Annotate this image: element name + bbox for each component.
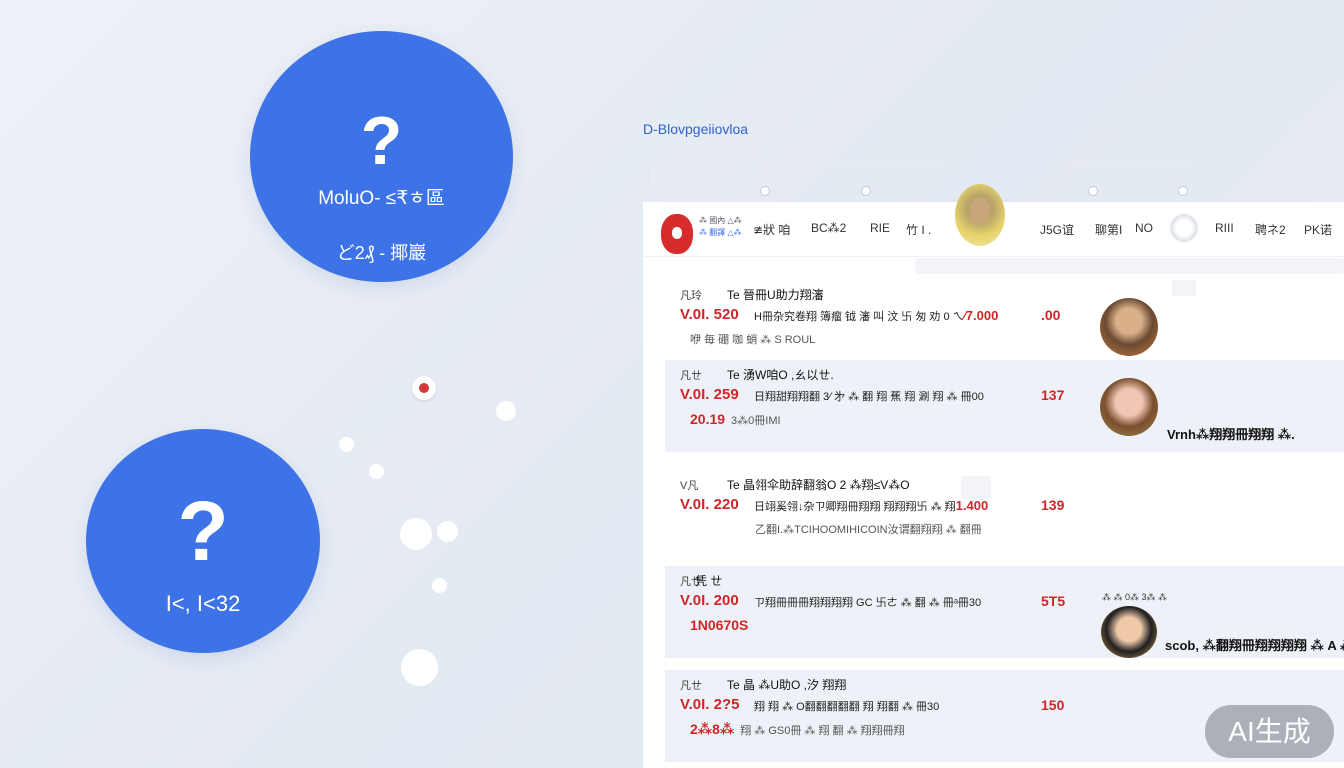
brand-text: ⁂ 國內 △⁂ ⁂ 翻譯 △⁂: [699, 215, 743, 239]
question-mark-icon: ?: [177, 484, 229, 578]
row-score: 139: [1041, 497, 1065, 513]
row-sub-text: 翔 ⁂ GS0冊 ⁂ 翔 翻 ⁂ 翔翔冊翔: [740, 725, 905, 737]
row-sub: 1N0670S: [690, 617, 754, 633]
row-amount: 20.19: [690, 411, 726, 427]
row-code: V.0I. 220: [680, 496, 739, 513]
row-title: Te 晶翎伞助辞翻翁O 2 ⁂翔≤V⁂O: [727, 478, 910, 492]
row-score: 5T5: [1041, 593, 1066, 609]
tab-3[interactable]: RIE: [870, 221, 890, 235]
bubble-top-line-2: ど2₰ - 揶巖: [336, 243, 427, 263]
row-desc-highlight: 1.400: [955, 498, 989, 513]
question-mark-icon: ?: [360, 103, 403, 179]
row-desc-text: ㄗ翔冊冊冊翔翔翔翔 GC 卐ㄜ ⁂ 翻 ⁂ 冊: [754, 597, 954, 609]
row-code: V.0I. 2?5: [680, 696, 740, 713]
top-rail: [648, 166, 1193, 200]
brand-line-2: ⁂ 翻譯 △⁂: [699, 228, 742, 237]
bubble-bottom-line-1: I<, I<32: [165, 591, 241, 616]
row-desc: H冊杂究卷翔 簿瘤 钺 瀋 叫 汶 卐 匆 劝 0 ㄟ⁄7.000: [754, 308, 998, 324]
tab-2[interactable]: BC⁂2: [811, 221, 846, 235]
row-desc-highlight: ⁄7.000: [963, 308, 999, 323]
tab-5[interactable]: J5G谊: [1040, 221, 1074, 238]
ghost-chip: [1172, 280, 1196, 296]
panel-heading: D-Blovpgeiiovloa: [643, 121, 749, 137]
row-title: Te 湧W咱O ,ㄠ以ㄝ.: [727, 368, 834, 382]
red-dot-icon: [412, 376, 436, 400]
list-panel: ⁂ 國內 △⁂ ⁂ 翻譯 △⁂ ≇狀 咱 BC⁂2 RIE 竹 I . J5G谊…: [643, 184, 1344, 768]
avatar[interactable]: [1100, 378, 1158, 436]
tab-10[interactable]: PK诺: [1304, 221, 1332, 238]
brand-line-1: ⁂ 國內 △⁂: [699, 216, 742, 225]
pin-icon: [1178, 186, 1188, 196]
row-sub-text: 3⁂0冊IMI: [731, 415, 781, 427]
avatar[interactable]: [1101, 606, 1157, 658]
question-bubble-bottom[interactable]: ? I<, I<32: [86, 429, 320, 653]
tab-4[interactable]: 竹 I .: [906, 221, 931, 238]
row-title: 凭 ㄝ: [695, 574, 723, 588]
row-meta: 凡ㄝ: [680, 370, 702, 382]
ai-generated-badge: AI生成: [1205, 705, 1334, 758]
row-amount: 1N0670S: [690, 617, 749, 633]
tab-7[interactable]: NO: [1135, 221, 1153, 235]
dot-icon: [339, 437, 354, 452]
pin-icon: [1088, 186, 1098, 196]
row-desc-highlight: ᵃ冊30: [953, 597, 982, 609]
row-score: 150: [1041, 697, 1065, 713]
row-sub: 2⁂8⁂ 翔 ⁂ GS0冊 ⁂ 翔 翻 ⁂ 翔翔冊翔: [690, 721, 905, 738]
coin-icon[interactable]: [1170, 214, 1198, 242]
tab-8[interactable]: RIII: [1215, 221, 1234, 235]
row-desc: 翔 翔 ⁂ O翻翻翻翻翻 翔 翔翻 ⁂ 冊30: [754, 701, 940, 713]
dot-icon: [401, 649, 438, 686]
avatar[interactable]: [1100, 298, 1158, 356]
dot-icon: [400, 518, 432, 550]
rail-post: [743, 168, 745, 190]
row-title: Te 晶 ⁂U助O ,汐 翔翔: [727, 678, 847, 692]
row-score: 137: [1041, 387, 1065, 403]
list-item[interactable]: V凡 Te 晶翎伞助辞翻翁O 2 ⁂翔≤V⁂O V.0I. 220 日翊奚翎↓杂…: [665, 470, 1344, 562]
row-amount: 2⁂8⁂: [690, 721, 735, 737]
row-score: .00: [1041, 307, 1061, 323]
ghost-chip: [961, 476, 991, 500]
dot-icon: [369, 464, 384, 479]
tab-9[interactable]: 聘ネ2: [1255, 221, 1286, 238]
side-meta: ⁂ ⁂ 0⁂ 3⁂ ⁂: [1102, 592, 1168, 602]
row-code: V.0I. 520: [680, 306, 739, 323]
dot-icon: [432, 578, 447, 593]
side-label: Vrnh⁂翔翔冊翔翔 ⁂.: [1167, 427, 1295, 442]
tab-avatar[interactable]: [955, 184, 1005, 246]
row-desc: ㄗ翔冊冊冊翔翔翔翔 GC 卐ㄜ ⁂ 翻 ⁂ 冊ᵃ冊30: [754, 594, 981, 610]
ghost-bar: [915, 258, 1344, 274]
row-sub: 20.19 3⁂0冊IMI: [690, 411, 781, 428]
row-desc: 日翔甜翔翔翻 3⁄ 㐧 ⁂ 翻 翔 蕉 翔 涮 翔 ⁂ 冊00: [754, 391, 984, 403]
tab-6[interactable]: 聊第I: [1095, 221, 1122, 238]
list-item[interactable]: 凡ㄝ 凭 ㄝ V.0I. 200 ㄗ翔冊冊冊翔翔翔翔 GC 卐ㄜ ⁂ 翻 ⁂ 冊…: [665, 566, 1344, 658]
bubble-top-line-1: MoluO- ≤₹ㅎ區: [318, 188, 445, 209]
pin-icon: [861, 186, 871, 196]
question-bubble-top[interactable]: ? MoluO- ≤₹ㅎ區 ど2₰ - 揶巖: [250, 31, 513, 282]
row-desc-text: H冊杂究卷翔 簿瘤 钺 瀋 叫 汶 卐 匆 劝 0 ㄟ: [754, 311, 964, 323]
row-code: V.0I. 200: [680, 592, 739, 609]
dot-icon: [437, 521, 458, 542]
row-meta: 凡玲: [680, 290, 702, 302]
side-label: scob, ⁂翻翔冊翔翔翔翔 ⁂ A ⁂ .: [1165, 638, 1344, 653]
rail-post: [648, 168, 650, 190]
tab-1[interactable]: ≇狀 咱: [753, 221, 790, 238]
row-desc: 日翊奚翎↓杂ㄗ卿翔冊翔翔 翔翔翔卐 ⁂ 翔1.400: [754, 498, 988, 514]
row-code: V.0I. 259: [680, 386, 739, 403]
row-sub: 咿 毎 硼 咖 蛸 ⁂ S ROUL: [690, 334, 816, 346]
row-meta: V凡: [680, 480, 699, 492]
row-meta: 凡ㄝ: [680, 680, 702, 692]
list-item[interactable]: 凡玲 Te 晉冊U助力翔瀋 V.0I. 520 H冊杂究卷翔 簿瘤 钺 瀋 叫 …: [665, 280, 1344, 372]
canvas: ? MoluO- ≤₹ㅎ區 ど2₰ - 揶巖 ? I<, I<32 D-Blov…: [0, 0, 1344, 768]
list-item[interactable]: 凡ㄝ Te 湧W咱O ,ㄠ以ㄝ. V.0I. 259 日翔甜翔翔翻 3⁄ 㐧 ⁂…: [665, 360, 1344, 452]
row-title: Te 晉冊U助力翔瀋: [727, 288, 824, 302]
tab-bar: ⁂ 國內 △⁂ ⁂ 翻譯 △⁂ ≇狀 咱 BC⁂2 RIE 竹 I . J5G谊…: [643, 184, 1344, 257]
dot-icon: [496, 401, 516, 421]
row-desc-text: 日翊奚翎↓杂ㄗ卿翔冊翔翔 翔翔翔卐 ⁂ 翔: [754, 501, 956, 513]
row-sub: 乙翻I.⁂TCIHOOMIHICOIN汝谓翻翔翔 ⁂ 翻冊: [755, 524, 982, 536]
pin-icon: [760, 186, 770, 196]
brand-logo-icon[interactable]: [661, 214, 693, 254]
